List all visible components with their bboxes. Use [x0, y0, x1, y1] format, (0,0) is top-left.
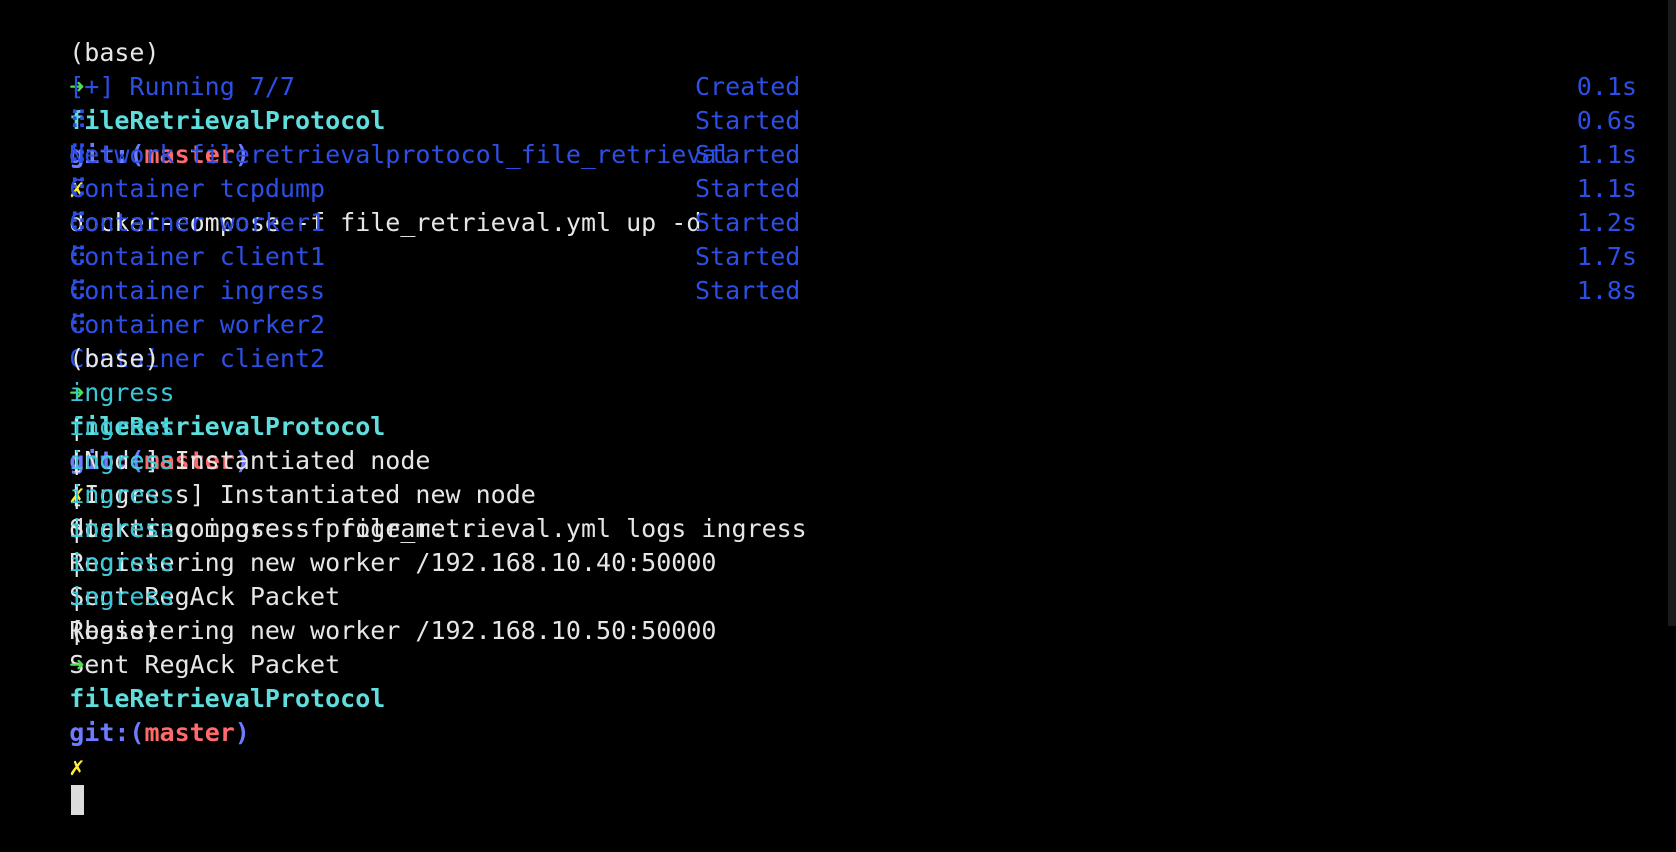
running-item: ⠿ Container client1 Started 1.1s	[9, 172, 1676, 271]
running-item-status: Started	[695, 174, 801, 203]
running-item-time: 1.8s	[1576, 276, 1637, 305]
text-cursor[interactable]	[71, 785, 85, 815]
log-line: ingress | Registering new worker /192.16…	[9, 444, 1676, 577]
running-item-time: 1.2s	[1576, 208, 1637, 237]
log-line: ingress | [Ingress] Instantiated new nod…	[9, 376, 1676, 509]
active-prompt-line[interactable]: (base) ➜ fileRetrievalProtocol git:(mast…	[9, 580, 1676, 815]
running-item: ⠿ Network fileretrievalprotocol_file_ret…	[9, 70, 1676, 169]
running-item-status: Created	[695, 72, 801, 101]
git-dirty-icon: ✗	[69, 752, 85, 781]
prompt-line: (base) ➜ fileRetrievalProtocol git:(mast…	[9, 308, 1676, 543]
git-suffix: )	[234, 718, 250, 747]
running-item-time: 1.1s	[1576, 174, 1637, 203]
running-item-status: Started	[695, 242, 801, 271]
log-line: ingress | [Node] Instantiated node	[9, 342, 1676, 475]
running-item-status: Started	[695, 276, 801, 305]
running-item: ⠿ Container client2 Started 1.8s	[9, 274, 1676, 373]
running-item-time: 0.1s	[1576, 72, 1637, 101]
log-message: Registering new worker /192.168.10.50:50…	[69, 616, 717, 645]
prompt-line: (base) ➜ fileRetrievalProtocol git:(mast…	[9, 2, 1676, 237]
log-line: ingress | Starting ingress program...	[9, 410, 1676, 543]
prompt-arrow-icon: ➜	[69, 650, 85, 679]
terminal-window[interactable]: (base) ➜ fileRetrievalProtocol git:(mast…	[0, 0, 1676, 815]
git-prefix: git:(	[69, 718, 145, 747]
running-item: ⠿ Container worker2 Started 1.7s	[9, 240, 1676, 339]
running-item: ⠿ Container ingress Started 1.2s	[9, 206, 1676, 305]
log-line: ingress | Sent RegAck Packet	[9, 478, 1676, 611]
running-item-time: 1.1s	[1576, 140, 1637, 169]
log-line: ingress | Registering new worker /192.16…	[9, 512, 1676, 645]
current-directory: fileRetrievalProtocol	[69, 684, 386, 713]
log-message: Sent RegAck Packet	[69, 650, 341, 679]
window-edge	[1668, 0, 1676, 626]
running-item: ⠿ Container worker1 Started 1.1s	[9, 138, 1676, 237]
running-item-time: 1.7s	[1576, 242, 1637, 271]
log-line: ingress | Sent RegAck Packet	[9, 546, 1676, 679]
running-item-status: Started	[695, 208, 801, 237]
running-header: [+] Running 7/7	[9, 36, 1676, 101]
running-item: ⠿ Container tcpdump Started 0.6s	[9, 104, 1676, 203]
running-item-status: Started	[695, 140, 801, 169]
conda-env: (base)	[69, 616, 160, 645]
git-branch: master	[144, 718, 235, 747]
running-item-time: 0.6s	[1576, 106, 1637, 135]
running-item-status: Started	[695, 106, 801, 135]
